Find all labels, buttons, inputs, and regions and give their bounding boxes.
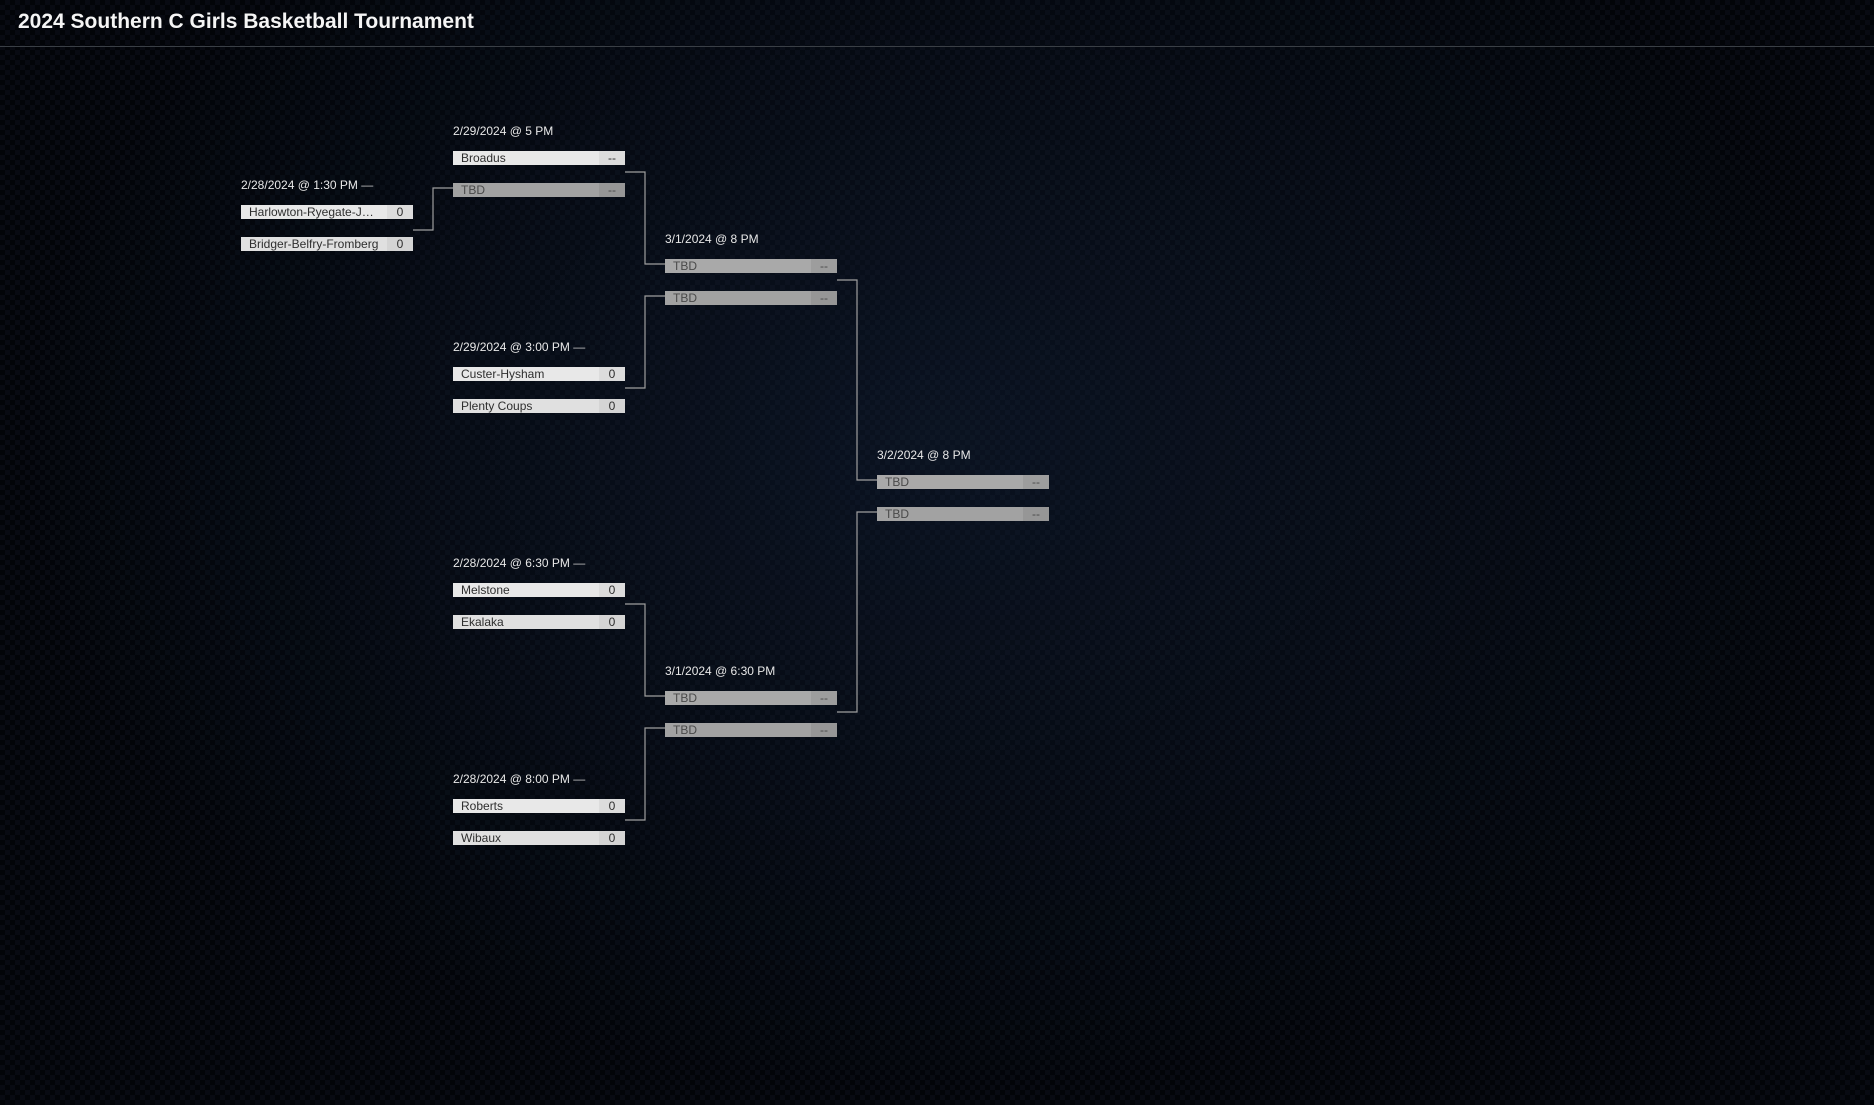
match-datetime: 2/28/2024 @ 1:30 PM — — [241, 178, 413, 192]
match-final[interactable]: 3/2/2024 @ 8 PM TBD -- TBD -- — [877, 448, 1049, 530]
match-team-row: TBD -- — [877, 466, 1049, 498]
match-round2-game3[interactable]: 2/28/2024 @ 6:30 PM — Melstone 0 Ekalaka… — [453, 556, 625, 638]
match-round1-game1[interactable]: 2/28/2024 @ 1:30 PM — Harlowton-Ryegate-… — [241, 178, 413, 260]
match-team-row: Melstone 0 — [453, 574, 625, 606]
team-score: -- — [1023, 475, 1049, 489]
match-team-row: TBD -- — [665, 282, 837, 314]
match-datetime: 2/29/2024 @ 3:00 PM — — [453, 340, 625, 354]
bracket-connectors — [0, 77, 1430, 937]
team-name: Ekalaka — [453, 615, 599, 629]
team-name: Roberts — [453, 799, 599, 813]
team-name: TBD — [877, 507, 1023, 521]
match-team-row: Bridger-Belfry-Fromberg 0 — [241, 228, 413, 260]
team-name: Plenty Coups — [453, 399, 599, 413]
team-score: 0 — [599, 831, 625, 845]
match-datetime: 3/2/2024 @ 8 PM — [877, 448, 1049, 462]
match-team-row: Plenty Coups 0 — [453, 390, 625, 422]
match-team-row: Roberts 0 — [453, 790, 625, 822]
match-team-row: Broadus -- — [453, 142, 625, 174]
team-name: TBD — [877, 475, 1023, 489]
team-score: 0 — [599, 615, 625, 629]
match-team-row: TBD -- — [665, 250, 837, 282]
team-name: Custer-Hysham — [453, 367, 599, 381]
team-score: 0 — [599, 799, 625, 813]
team-score: 0 — [387, 237, 413, 251]
match-datetime: 3/1/2024 @ 6:30 PM — [665, 664, 837, 678]
team-score: 0 — [599, 367, 625, 381]
team-score: 0 — [599, 399, 625, 413]
team-name: TBD — [665, 691, 811, 705]
team-score: -- — [811, 691, 837, 705]
team-name: Bridger-Belfry-Fromberg — [241, 237, 387, 251]
team-name: TBD — [665, 291, 811, 305]
match-team-row: TBD -- — [877, 498, 1049, 530]
match-datetime: 3/1/2024 @ 8 PM — [665, 232, 837, 246]
team-score: -- — [811, 291, 837, 305]
page-title: 2024 Southern C Girls Basketball Tournam… — [18, 10, 1856, 34]
team-score: 0 — [387, 205, 413, 219]
page-header: 2024 Southern C Girls Basketball Tournam… — [0, 0, 1874, 47]
match-team-row: Ekalaka 0 — [453, 606, 625, 638]
match-semifinal-1[interactable]: 3/1/2024 @ 8 PM TBD -- TBD -- — [665, 232, 837, 314]
bracket: 2/28/2024 @ 1:30 PM — Harlowton-Ryegate-… — [0, 77, 1430, 937]
team-name: Harlowton-Ryegate-Judith — [241, 205, 387, 219]
match-team-row: Wibaux 0 — [453, 822, 625, 854]
team-score: -- — [599, 183, 625, 197]
team-score: -- — [811, 723, 837, 737]
match-datetime: 2/29/2024 @ 5 PM — [453, 124, 625, 138]
team-score: -- — [1023, 507, 1049, 521]
match-round2-game1[interactable]: 2/29/2024 @ 5 PM Broadus -- TBD -- — [453, 124, 625, 206]
team-name: Melstone — [453, 583, 599, 597]
match-round2-game4[interactable]: 2/28/2024 @ 8:00 PM — Roberts 0 Wibaux 0 — [453, 772, 625, 854]
team-name: TBD — [665, 723, 811, 737]
team-name: TBD — [665, 259, 811, 273]
team-name: Wibaux — [453, 831, 599, 845]
team-score: -- — [811, 259, 837, 273]
match-round2-game2[interactable]: 2/29/2024 @ 3:00 PM — Custer-Hysham 0 Pl… — [453, 340, 625, 422]
match-datetime: 2/28/2024 @ 6:30 PM — — [453, 556, 625, 570]
team-name: TBD — [453, 183, 599, 197]
match-team-row: TBD -- — [665, 682, 837, 714]
match-team-row: TBD -- — [453, 174, 625, 206]
match-datetime: 2/28/2024 @ 8:00 PM — — [453, 772, 625, 786]
match-semifinal-2[interactable]: 3/1/2024 @ 6:30 PM TBD -- TBD -- — [665, 664, 837, 746]
team-score: -- — [599, 151, 625, 165]
team-name: Broadus — [453, 151, 599, 165]
team-score: 0 — [599, 583, 625, 597]
match-team-row: Harlowton-Ryegate-Judith 0 — [241, 196, 413, 228]
match-team-row: Custer-Hysham 0 — [453, 358, 625, 390]
match-team-row: TBD -- — [665, 714, 837, 746]
